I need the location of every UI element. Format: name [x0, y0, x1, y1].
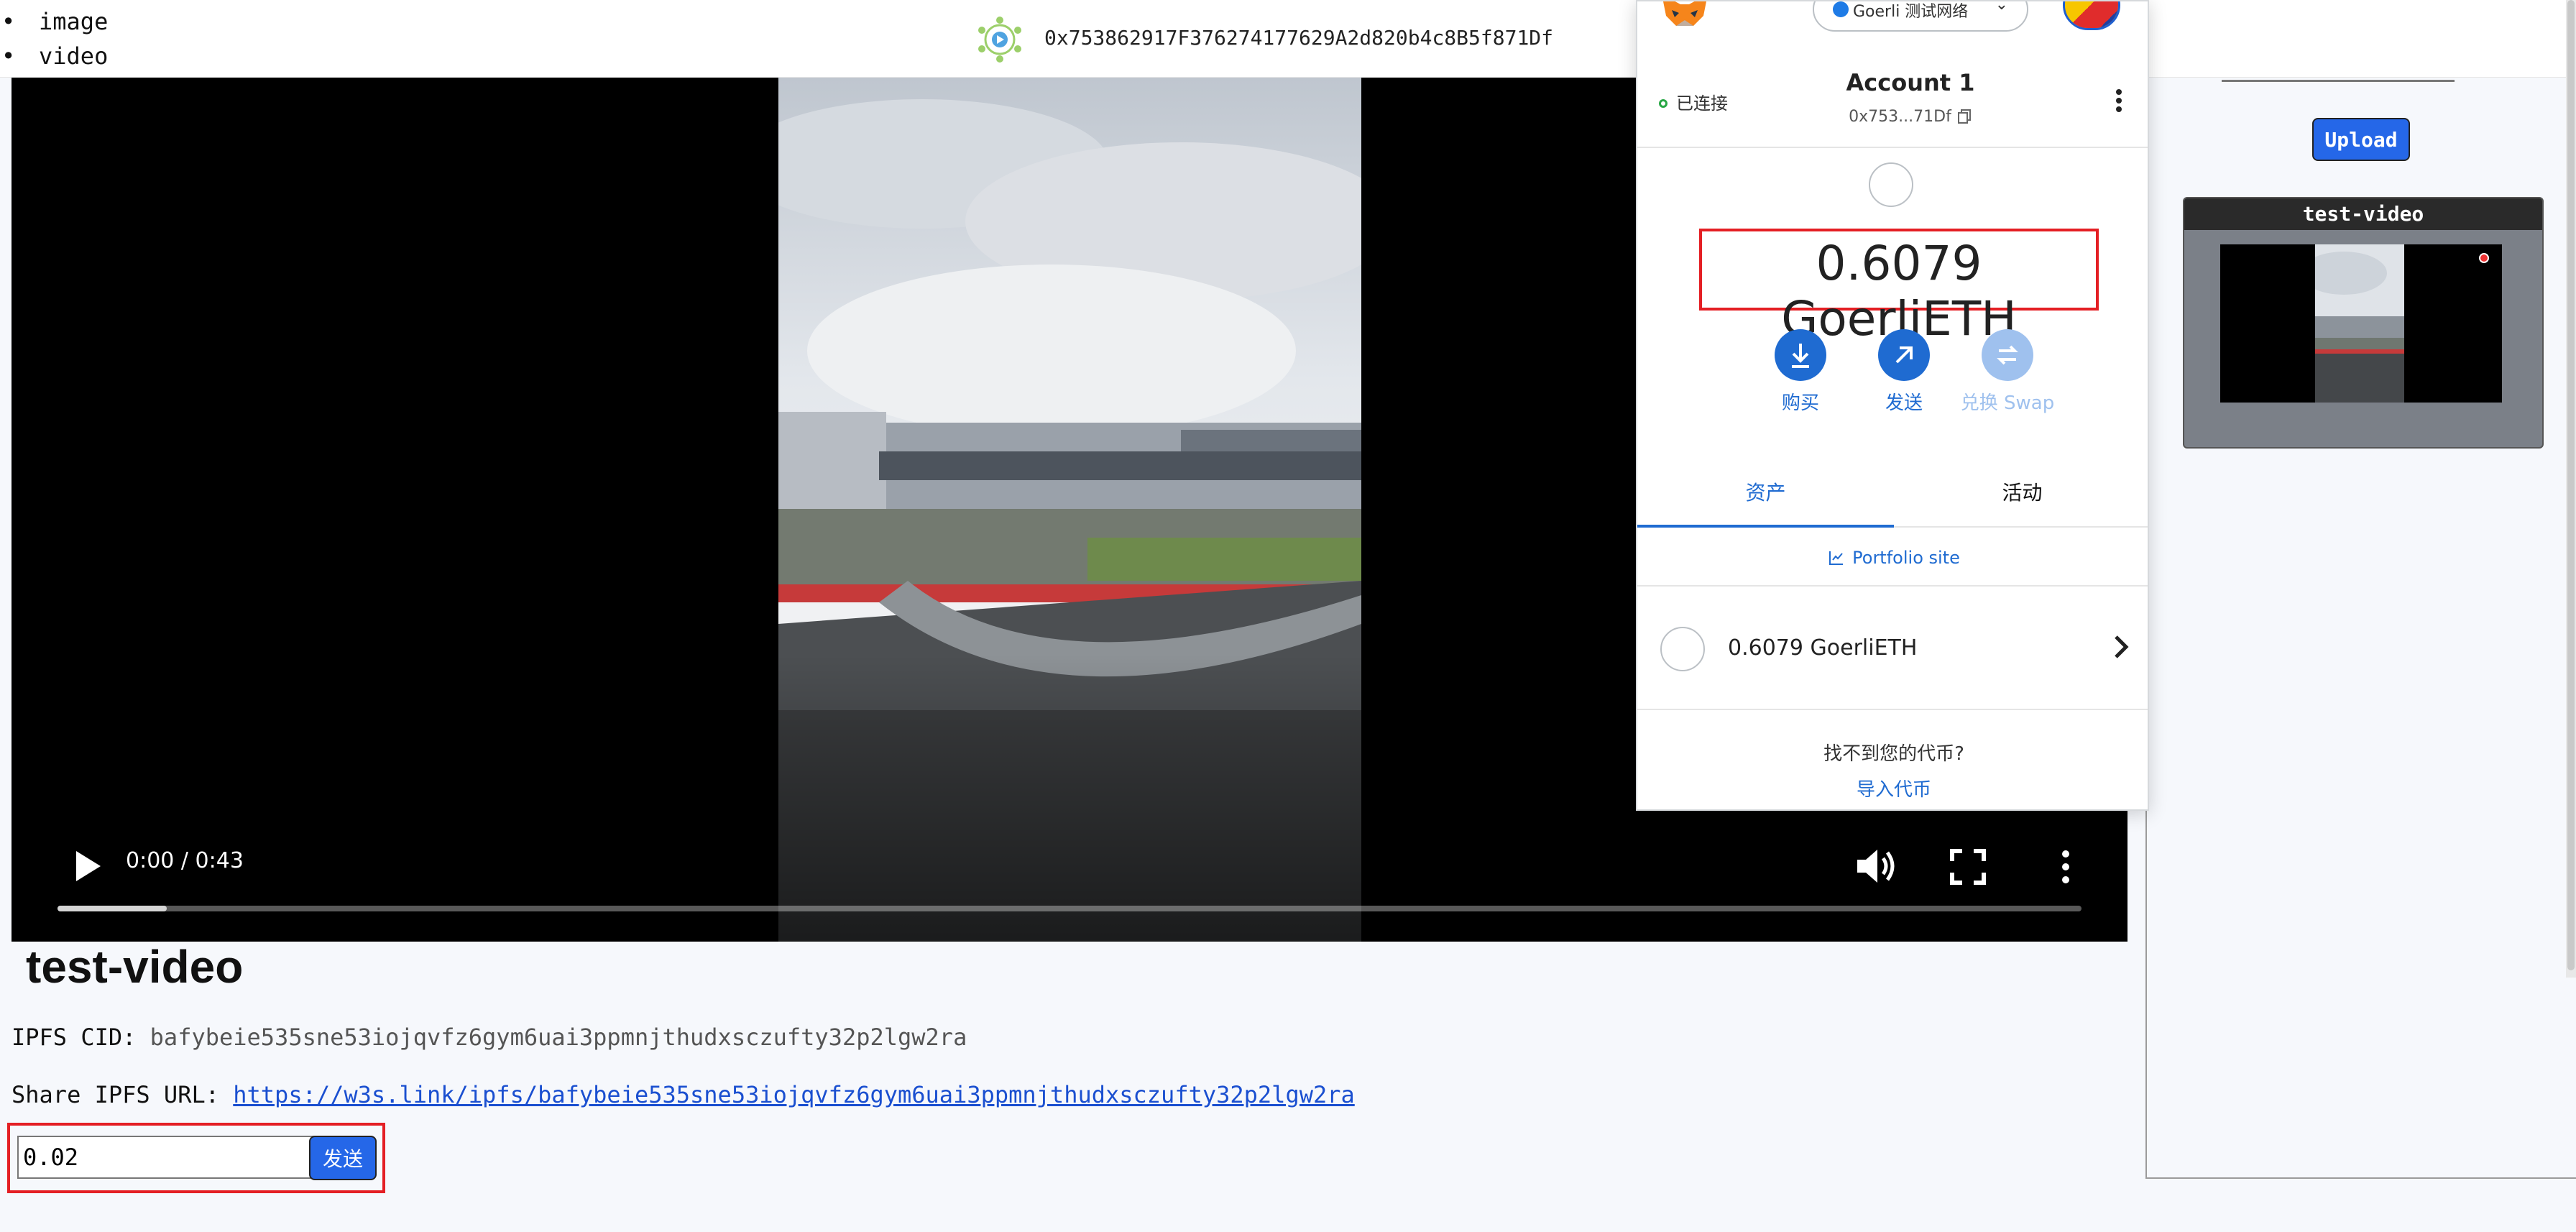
share-url-label: Share IPFS URL:: [12, 1081, 219, 1108]
token-logo-icon: [1869, 162, 1913, 207]
send-label: 发送: [1885, 392, 1923, 414]
top-header: image video 0x753862917F376274177629A2d8…: [0, 0, 2576, 78]
account-address[interactable]: 0x753...71Df: [1810, 108, 2011, 126]
ipfs-cid-line: IPFS CID: bafybeie535sne53iojqvfz6gym6ua…: [12, 1024, 967, 1051]
page-scrollbar[interactable]: [2566, 0, 2576, 978]
wallet-popup: Goerli 测试网络 ⌄ 已连接 Account 1 0x753...71Df…: [1636, 0, 2149, 811]
swap-icon: [1982, 329, 2033, 381]
asset-balance: 0.6079 GoerliETH: [1728, 635, 1918, 661]
video-progress-played: [58, 906, 167, 911]
share-url-link[interactable]: https://w3s.link/ipfs/bafybeie535sne53io…: [233, 1081, 1355, 1108]
tab-activity[interactable]: 活动: [1894, 459, 2148, 528]
copy-icon[interactable]: [1956, 108, 1972, 124]
buy-action[interactable]: 购买: [1747, 329, 1854, 415]
send-amount-form: 发送: [7, 1123, 385, 1193]
missing-token-text: 找不到您的代币?: [1823, 743, 1964, 765]
import-token-link[interactable]: 导入代币: [1637, 775, 2148, 801]
metamask-fox-icon: [1663, 1, 1706, 26]
play-icon[interactable]: [66, 844, 106, 888]
network-status-icon: [1833, 1, 1849, 17]
buy-label: 购买: [1781, 392, 1819, 414]
chevron-right-icon: [2115, 635, 2129, 658]
upload-sidebar: Upload test-video: [2145, 78, 2576, 1179]
chevron-down-icon: ⌄: [1995, 0, 2008, 14]
video-title: test-video: [26, 941, 244, 993]
account-address-text: 0x753...71Df: [1849, 108, 1951, 126]
balance-highlight: 0.6079 GoerliETH: [1699, 229, 2099, 346]
asset-row[interactable]: 0.6079 GoerliETH: [1637, 588, 2148, 710]
scrollbar-thumb[interactable]: [2567, 0, 2575, 970]
account-menu-icon[interactable]: [2112, 86, 2126, 115]
header-divider: [1637, 147, 2148, 148]
video-progress-bar[interactable]: [58, 906, 2082, 911]
wallet-address: 0x753862917F376274177629A2d820b4c8B5f871…: [1044, 26, 1554, 50]
fullscreen-icon[interactable]: [1946, 845, 1990, 888]
list-item-video[interactable]: video: [0, 39, 108, 73]
volume-icon[interactable]: [1852, 844, 1902, 888]
video-card[interactable]: test-video: [2183, 197, 2544, 449]
account-avatar[interactable]: [2063, 1, 2120, 30]
time-display: 0:00 / 0:43: [126, 848, 244, 873]
ipfs-cid-label: IPFS CID:: [12, 1024, 137, 1051]
asset-token-icon: [1660, 627, 1705, 671]
chart-icon: [1829, 551, 1844, 565]
arrow-up-right-icon: [1878, 329, 1930, 381]
list-item-image[interactable]: image: [0, 4, 108, 39]
media-type-list: image video: [0, 4, 108, 73]
account-name: Account 1: [1846, 69, 1975, 96]
amount-input[interactable]: [17, 1136, 315, 1179]
video-card-title: test-video: [2184, 198, 2542, 230]
send-action[interactable]: 发送: [1850, 329, 1958, 415]
send-button[interactable]: 发送: [309, 1136, 377, 1180]
file-input-field[interactable]: [2222, 78, 2455, 82]
wallet-tabs: 资产 活动: [1637, 459, 2148, 528]
download-icon: [1775, 329, 1826, 381]
connected-dot-icon: [1659, 99, 1668, 108]
portfolio-site-link[interactable]: Portfolio site: [1637, 529, 2148, 587]
portfolio-site-label: Portfolio site: [1852, 548, 1960, 568]
upload-button[interactable]: Upload: [2312, 118, 2410, 161]
network-selector[interactable]: Goerli 测试网络 ⌄: [1813, 0, 2028, 32]
connection-status-label: 已连接: [1676, 93, 1728, 114]
more-options-icon[interactable]: [2058, 845, 2073, 888]
swap-label: 兑换 Swap: [1960, 392, 2055, 414]
video-card-thumbnail[interactable]: [2220, 244, 2502, 403]
network-label: Goerli 测试网络: [1853, 3, 1969, 21]
ipfs-cid-value: bafybeie535sne53iojqvfz6gym6uai3ppmnjthu…: [150, 1024, 967, 1051]
connection-status[interactable]: 已连接: [1659, 89, 1728, 114]
thumbnail-image: [2315, 244, 2404, 403]
swap-action[interactable]: 兑换 Swap: [1954, 329, 2061, 415]
share-url-line: Share IPFS URL: https://w3s.link/ipfs/ba…: [12, 1081, 1355, 1108]
tab-assets[interactable]: 资产: [1637, 459, 1894, 528]
wallet-network-icon: [978, 17, 1021, 63]
record-indicator-icon: [2479, 253, 2489, 263]
